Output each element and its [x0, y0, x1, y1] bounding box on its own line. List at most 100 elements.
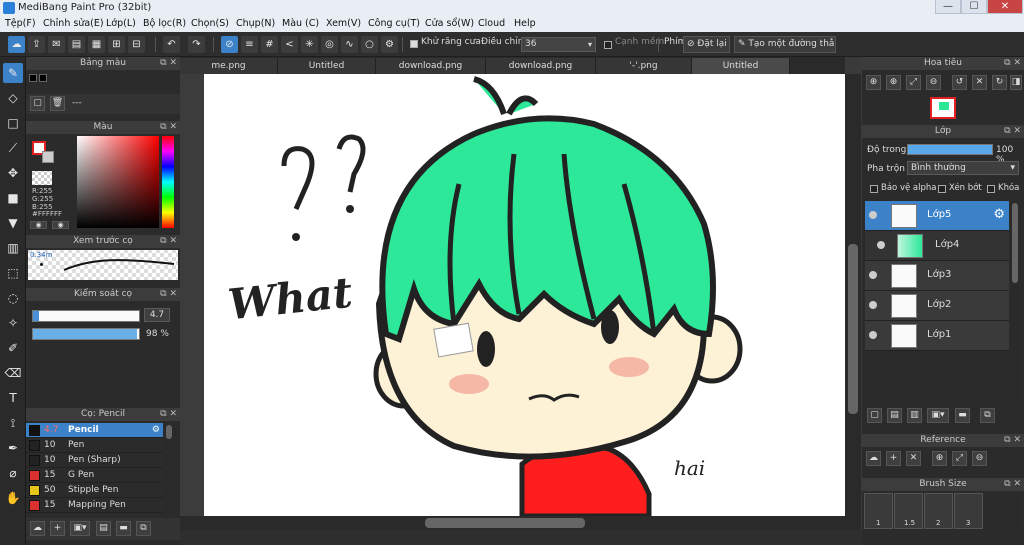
folder-icon[interactable]: ▬ [955, 408, 970, 423]
scrollbar-thumb[interactable] [166, 425, 172, 439]
brush-item-pencil[interactable]: 4.7 Pencil ⚙ [26, 423, 163, 438]
protect-alpha-checkbox[interactable] [870, 185, 878, 193]
maximize-button[interactable]: ☐ [961, 0, 987, 14]
brush-size-option[interactable]: 2 [924, 493, 953, 529]
menu-help[interactable]: Help [514, 16, 536, 32]
panel-controls-icon[interactable]: ⧉ ✕ [160, 57, 177, 70]
comment-icon[interactable]: ✉ [48, 36, 65, 53]
menu-layer[interactable]: Lớp(L) [106, 16, 136, 32]
blend-mode-dropdown[interactable]: Bình thường ▾ [907, 161, 1019, 175]
visibility-icon[interactable] [877, 241, 885, 249]
hand-tool-icon[interactable]: ✋ [3, 488, 23, 508]
soft-edge-checkbox[interactable] [604, 41, 612, 49]
vanishing-snap-icon[interactable]: < [281, 36, 298, 53]
dropper-tool-icon[interactable]: ⌀ [3, 463, 23, 483]
palette-swatch[interactable] [29, 74, 37, 82]
navigator-thumbnail[interactable] [930, 97, 956, 119]
layer-item-2[interactable]: Lớp2 [865, 291, 1009, 321]
scrollbar-thumb[interactable] [1012, 203, 1018, 283]
menu-view[interactable]: Xem(V) [326, 16, 361, 32]
move-tool-icon[interactable]: ✥ [3, 163, 23, 183]
add-brush-icon[interactable]: + [50, 521, 65, 536]
brush-size-option[interactable]: 1.5 [894, 493, 923, 529]
add-icon[interactable]: + [886, 451, 901, 466]
cross-snap-icon[interactable]: # [261, 36, 278, 53]
text-tool-icon[interactable]: T [3, 388, 23, 408]
clipping-checkbox[interactable] [938, 185, 946, 193]
palette-swatch[interactable] [39, 74, 47, 82]
brush-item-g-pen[interactable]: 15 G Pen [26, 468, 163, 483]
curve-snap-icon[interactable]: ∿ [341, 36, 358, 53]
new-1bit-layer-icon[interactable]: ▥ [907, 408, 922, 423]
layer-item-5[interactable]: Lớp5 ⚙ [865, 201, 1009, 231]
panel-controls-icon[interactable]: ⧉ ✕ [1004, 125, 1021, 138]
gradient-tool-icon[interactable]: ▥ [3, 238, 23, 258]
fit-icon[interactable]: ⤢ [906, 75, 921, 90]
zoom-in-icon[interactable]: ⊕ [866, 75, 881, 90]
menu-select[interactable]: Chọn(S) [191, 16, 229, 32]
lasso-tool-icon[interactable]: ◌ [3, 288, 23, 308]
zoom-out-icon[interactable]: ⊖ [926, 75, 941, 90]
select-eraser-icon[interactable]: ⌫ [3, 363, 23, 383]
layer-item-4[interactable]: Lớp4 [865, 231, 1009, 261]
duplicate-icon[interactable]: ⧉ [980, 408, 995, 423]
line-tool-icon[interactable]: ⟋ [3, 138, 23, 158]
dot-tool-icon[interactable]: □ [3, 113, 23, 133]
reset-button[interactable]: ⊘ Đặt lại [683, 36, 730, 53]
lock-checkbox[interactable] [987, 185, 995, 193]
panel-controls-icon[interactable]: ⧉ ✕ [160, 121, 177, 134]
zoom-out-icon[interactable]: ⊖ [972, 451, 987, 466]
layer-list-scrollbar[interactable] [1010, 201, 1020, 401]
cloud-icon[interactable]: ☁ [8, 36, 25, 53]
zoom-in-icon[interactable]: ⊕ [886, 75, 901, 90]
close-icon[interactable]: ✕ [906, 451, 921, 466]
background-color-swatch[interactable] [42, 151, 54, 163]
scrollbar-thumb[interactable] [848, 244, 858, 414]
menu-file[interactable]: Tệp(F) [5, 16, 36, 32]
menu-filter[interactable]: Bộ lọc(R) [143, 16, 186, 32]
layer-item-1[interactable]: Lớp1 [865, 321, 1009, 351]
menu-color[interactable]: Màu (C) [282, 16, 319, 32]
undo-icon[interactable]: ↶ [163, 36, 180, 53]
cloud-brush-icon[interactable]: ☁ [30, 521, 45, 536]
brush-size-option[interactable]: 3 [954, 493, 983, 529]
document-icon[interactable]: ▤ [96, 521, 111, 536]
parallel-snap-icon[interactable]: ≡ [241, 36, 258, 53]
menu-capture[interactable]: Chụp(N) [236, 16, 275, 32]
menu-edit[interactable]: Chỉnh sửa(E) [43, 16, 104, 32]
panel-controls-icon[interactable]: ⧉ ✕ [1004, 57, 1021, 70]
trash-icon[interactable]: 🗑 [50, 96, 65, 111]
document-icon[interactable]: ▦ [88, 36, 105, 53]
visibility-icon[interactable] [869, 271, 877, 279]
tab-download-png[interactable]: download.png [376, 58, 486, 74]
layer-item-3[interactable]: Lớp3 [865, 261, 1009, 291]
add-brush-menu-icon[interactable]: ▣▾ [70, 521, 90, 536]
add-layer-menu-icon[interactable]: ▣▾ [927, 408, 949, 423]
hue-slider[interactable] [162, 136, 174, 228]
magic-wand-icon[interactable]: ✧ [3, 313, 23, 333]
antialias-checkbox[interactable] [410, 40, 418, 48]
select-tool-icon[interactable]: ⬚ [3, 263, 23, 283]
adjust-dropdown[interactable]: 36 ▾ [521, 37, 596, 52]
tab-face-png[interactable]: '-'.png [596, 58, 692, 74]
visibility-icon[interactable] [869, 211, 877, 219]
rotate-right-icon[interactable]: ↻ [992, 75, 1007, 90]
drawing-canvas[interactable]: What hai [204, 74, 845, 516]
canvas-vertical-scrollbar[interactable] [845, 74, 861, 530]
panel-controls-icon[interactable]: ⧉ ✕ [160, 408, 177, 421]
fit-icon[interactable]: ⤢ [952, 451, 967, 466]
table-icon[interactable]: ⊟ [128, 36, 145, 53]
fill-rect-tool-icon[interactable]: ■ [3, 188, 23, 208]
visibility-icon[interactable] [869, 301, 877, 309]
duplicate-icon[interactable]: ⧉ [136, 521, 151, 536]
rotate-left-icon[interactable]: ↺ [952, 75, 967, 90]
minimize-button[interactable]: — [935, 0, 961, 14]
menu-cloud[interactable]: Cloud [478, 16, 505, 32]
eyedropper-icon[interactable]: ✒ [3, 438, 23, 458]
brush-item-mapping-pen[interactable]: 15 Mapping Pen [26, 498, 163, 513]
concentric-snap-icon[interactable]: ◎ [321, 36, 338, 53]
brush-item-pen-sharp[interactable]: 10 Pen (Sharp) [26, 453, 163, 468]
brush-opacity-slider[interactable] [32, 328, 140, 340]
grid-icon[interactable]: ⊞ [108, 36, 125, 53]
gear-icon[interactable]: ⚙ [993, 207, 1005, 222]
